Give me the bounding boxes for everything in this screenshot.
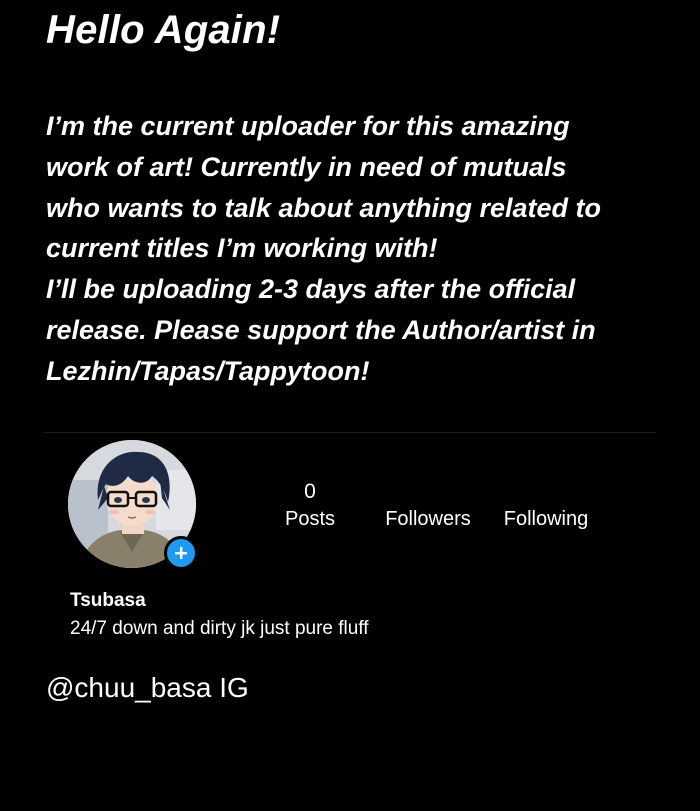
following-count bbox=[497, 480, 595, 504]
message-line: release. Please support the Author/artis… bbox=[46, 314, 596, 345]
message-line: who wants to talk about anything related… bbox=[46, 192, 602, 223]
posts-label: Posts bbox=[284, 508, 336, 530]
followers-label: Followers bbox=[385, 508, 471, 530]
profile-bio: 24/7 down and dirty jk just pure fluff bbox=[70, 618, 369, 639]
profile-name: Tsubasa bbox=[70, 590, 146, 611]
message-line: work of art! Currently in need of mutual… bbox=[46, 151, 567, 182]
message-line: I’ll be uploading 2-3 days after the off… bbox=[46, 274, 576, 305]
posts-count: 0 bbox=[304, 480, 316, 503]
profile-stats: 0 Posts Followers Following bbox=[0, 480, 700, 540]
social-handle: @chuu_basa IG bbox=[46, 672, 249, 703]
followers-count bbox=[378, 480, 478, 504]
plus-icon bbox=[175, 547, 187, 559]
followers-stat[interactable]: Followers bbox=[378, 480, 478, 531]
following-stat[interactable]: Following bbox=[497, 480, 595, 531]
message-text: I’m the current uploader for this amazin… bbox=[46, 106, 666, 392]
add-story-button[interactable] bbox=[164, 536, 198, 570]
following-label: Following bbox=[503, 508, 589, 530]
divider bbox=[44, 432, 656, 433]
headline: Hello Again! bbox=[46, 8, 281, 52]
message-line: Lezhin/Tapas/Tappytoon! bbox=[46, 355, 370, 386]
message-line: current titles I’m working with! bbox=[46, 233, 438, 264]
message-line: I’m the current uploader for this amazin… bbox=[46, 111, 570, 141]
posts-stat[interactable]: 0 Posts bbox=[280, 480, 340, 531]
